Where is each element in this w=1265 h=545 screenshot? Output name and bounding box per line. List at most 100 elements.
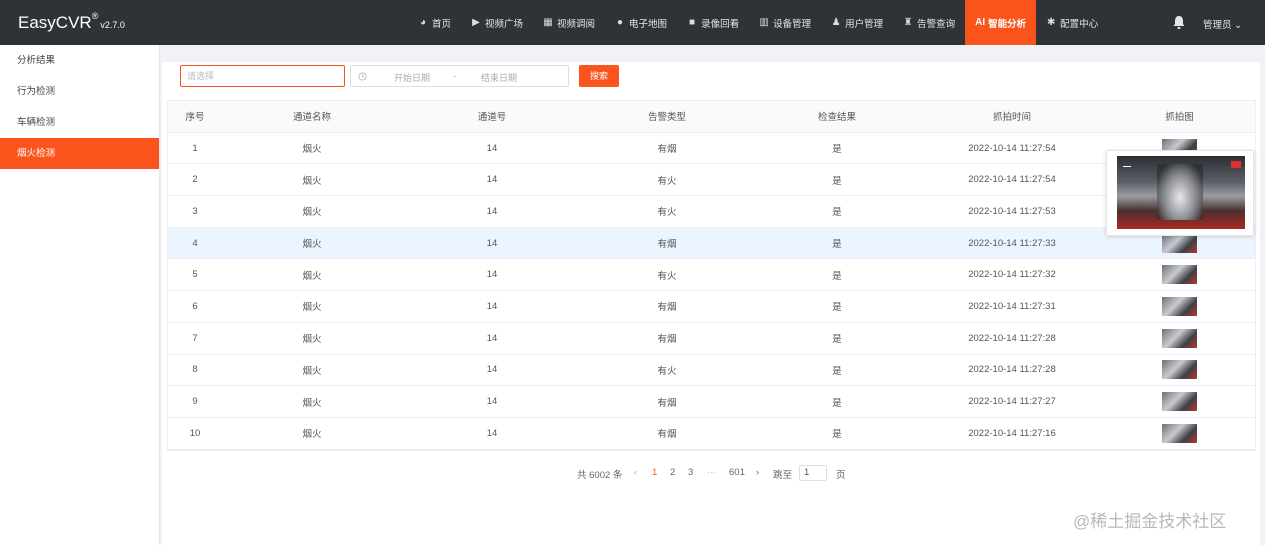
table-row[interactable]: 6 烟火 14 有烟 是 2022-10-14 11:27:31 [168, 291, 1255, 323]
nav-item-alarms[interactable]: ♜ 告警查询 [893, 0, 965, 45]
snapshot-thumbnail[interactable] [1162, 265, 1197, 285]
row-channel-no: 14 [486, 427, 498, 439]
nav-label: 电子地图 [629, 18, 668, 30]
table-row[interactable]: 9 烟火 14 有烟 是 2022-10-14 11:27:27 [168, 386, 1255, 418]
start-date-input[interactable]: 开始日期 [394, 71, 430, 84]
user-icon: ♟ [831, 16, 841, 28]
row-index: 1 [192, 142, 198, 154]
row-capture-time: 2022-10-14 11:27:28 [968, 332, 1056, 344]
snapshot-thumbnail[interactable] [1162, 233, 1197, 253]
row-capture-time: 2022-10-14 11:27:28 [968, 364, 1056, 376]
goto-page-input[interactable]: 1 [799, 465, 827, 481]
top-header: EasyCVR®v2.7.0 ◕ 首页 ▶ 视频广场 ▦ 视频调阅 ● 电子地图 ■ 录像… [0, 0, 1265, 45]
row-check-result: 是 [832, 397, 842, 409]
row-alarm-type: 有烟 [657, 239, 677, 251]
smoke-shape [1157, 164, 1203, 220]
row-check-result: 是 [832, 429, 842, 441]
snapshot-thumbnail[interactable] [1162, 392, 1197, 412]
date-range-picker[interactable]: 开始日期 - 结束日期 [350, 65, 569, 87]
row-check-result: 是 [832, 270, 842, 282]
table-row[interactable]: 4 烟火 14 有烟 是 2022-10-14 11:27:33 [168, 227, 1255, 260]
prev-page-button[interactable]: ‹ [634, 467, 637, 478]
goto-label: 跳至 [773, 470, 793, 481]
row-channel-no: 14 [486, 300, 498, 312]
snapshot-thumbnail[interactable] [1162, 296, 1197, 316]
bell-icon[interactable] [1172, 15, 1186, 30]
snapshot-thumbnail[interactable] [1162, 360, 1197, 380]
location-icon: ● [617, 16, 624, 28]
row-capture-image [1102, 355, 1257, 386]
last-page-button[interactable]: 601 [729, 467, 745, 478]
col-header-alarm-type: 告警类型 [647, 112, 686, 124]
pagination: 共 6002 条 ‹ 1 2 3 ··· 601 › 跳至 1 页 [162, 465, 1260, 483]
nav-item-home[interactable]: ◕ 首页 [408, 0, 461, 45]
table-row[interactable]: 8 烟火 14 有火 是 2022-10-14 11:27:28 [168, 355, 1255, 387]
brand-logo[interactable]: EasyCVR®v2.7.0 [18, 11, 125, 33]
user-menu[interactable]: 管理员 ⌄ [1203, 17, 1242, 31]
row-capture-time: 2022-10-14 11:27:53 [968, 205, 1056, 217]
row-channel-name: 烟火 [302, 207, 322, 219]
nav-item-playback[interactable]: ■ 录像回看 [677, 0, 749, 45]
page-3-button[interactable]: 3 [688, 467, 693, 478]
row-capture-time: 2022-10-14 11:27:31 [968, 300, 1056, 312]
nav-item-ai-analysis[interactable]: AI 智能分析 [965, 0, 1037, 45]
row-alarm-type: 有火 [657, 207, 677, 219]
row-index: 8 [192, 364, 198, 376]
table-row[interactable]: 5 烟火 14 有火 是 2022-10-14 11:27:32 [168, 259, 1257, 292]
table-body: 1 烟火 14 有烟是 2022-10-14 11:27:54 2 烟火 14 有火是 2022-… [168, 133, 1255, 450]
row-alarm-type: 有烟 [657, 397, 677, 409]
row-capture-image [1102, 386, 1257, 417]
row-alarm-type: 有烟 [657, 429, 677, 441]
search-button[interactable]: 搜索 [579, 65, 619, 87]
row-index: 10 [189, 427, 201, 439]
sidebar-item-behavior-detection[interactable]: 行为检测 [0, 76, 159, 107]
watermark: @稀土掘金技术社区 [1073, 512, 1227, 531]
table-header-row: 序号 通道名称 通道号 告警类型 检查结果 抓拍时间 抓拍图 [168, 101, 1255, 133]
table-row[interactable]: 1 烟火 14 有烟 是 2022-10-14 11:27:54 [168, 133, 1255, 165]
sidebar-item-fire-detection[interactable]: 烟火检测 [0, 138, 159, 169]
row-channel-name: 烟火 [302, 302, 322, 314]
snapshot-preview-image [1117, 156, 1245, 229]
gear-icon: ✱ [1046, 16, 1056, 28]
row-capture-time: 2022-10-14 11:27:54 [968, 142, 1056, 154]
page-2-button[interactable]: 2 [670, 467, 675, 478]
row-channel-no: 14 [486, 332, 498, 344]
nav-item-map[interactable]: ● 电子地图 [605, 0, 677, 45]
end-date-input[interactable]: 结束日期 [481, 71, 517, 84]
row-capture-image [1102, 418, 1257, 449]
row-index: 7 [192, 332, 198, 344]
table-row[interactable]: 2 烟火 14 有火 是 2022-10-14 11:27:54 [168, 164, 1255, 197]
more-pages-button[interactable]: ··· [707, 467, 717, 478]
nav-item-devices[interactable]: ▥ 设备管理 [749, 0, 821, 45]
table-row[interactable]: 7 烟火 14 有烟 是 2022-10-14 11:27:28 [168, 323, 1255, 355]
row-channel-name: 烟火 [302, 365, 322, 377]
col-header-check-result: 检查结果 [817, 112, 856, 124]
sidebar-item-analysis-results[interactable]: 分析结果 [0, 45, 159, 76]
chevron-down-icon: ⌄ [1234, 20, 1243, 31]
table-row[interactable]: 3 烟火 14 有火 是 2022-10-14 11:27:53 [168, 196, 1255, 228]
nav-label: 智能分析 [988, 18, 1027, 30]
row-check-result: 是 [832, 175, 842, 187]
sidebar-item-vehicle-detection[interactable]: 车辆检测 [0, 107, 159, 138]
nav-label: 用户管理 [845, 18, 884, 30]
row-capture-image [1102, 259, 1257, 290]
nav-item-video-square[interactable]: ▶ 视频广场 [461, 0, 533, 45]
table-row[interactable]: 10 烟火 14 有烟 是 2022-10-14 11:27:16 [168, 418, 1255, 450]
nav-item-users[interactable]: ♟ 用户管理 [821, 0, 893, 45]
nav-item-config[interactable]: ✱ 配置中心 [1036, 0, 1108, 45]
next-page-button[interactable]: › [756, 467, 759, 478]
snapshot-thumbnail[interactable] [1162, 423, 1197, 443]
row-channel-name: 烟火 [302, 429, 322, 441]
grid-icon: ▦ [543, 16, 553, 28]
channel-select[interactable]: 请选择 [180, 65, 345, 87]
row-alarm-type: 有烟 [657, 302, 677, 314]
results-table: 序号 通道名称 通道号 告警类型 检查结果 抓拍时间 抓拍图 1 烟火 14 有烟是 2… [167, 100, 1256, 451]
nav-label: 视频广场 [485, 18, 524, 30]
row-capture-time: 2022-10-14 11:27:32 [968, 269, 1056, 281]
row-channel-name: 烟火 [302, 397, 322, 409]
page-1-button[interactable]: 1 [652, 467, 657, 478]
snapshot-thumbnail[interactable] [1162, 328, 1197, 348]
nav-item-video-view[interactable]: ▦ 视频调阅 [533, 0, 605, 45]
row-channel-no: 14 [486, 237, 498, 249]
row-alarm-type: 有烟 [657, 144, 677, 156]
